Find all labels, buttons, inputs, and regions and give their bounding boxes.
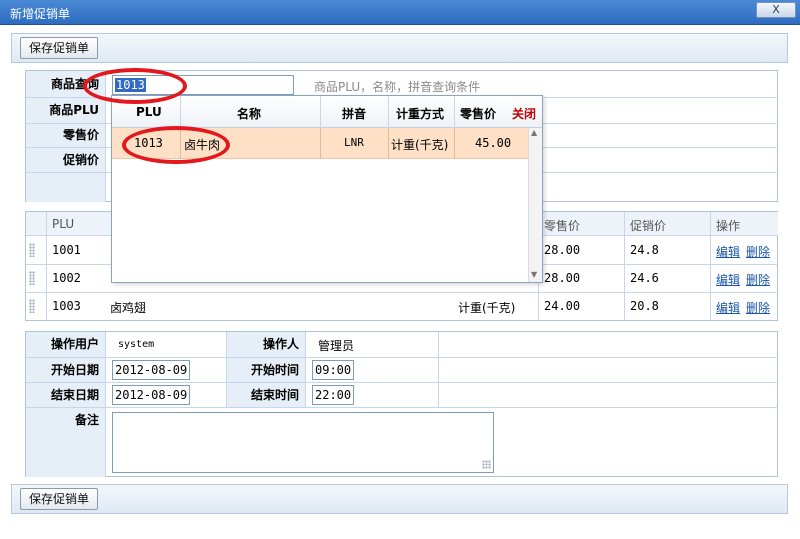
grid-header-action: 操作 [716,219,741,233]
drag-handle-icon[interactable] [29,271,35,285]
divider [106,382,226,383]
divider [306,382,778,383]
start-date-input[interactable]: 2012-08-09 [112,360,190,380]
divider [438,332,439,407]
start-time-input[interactable]: 09:00 [312,360,354,380]
delete-link[interactable]: 删除 [746,271,770,288]
divider [320,96,321,128]
operator-label: 操作人 [226,332,306,358]
end-time-label: 结束时间 [226,383,306,408]
edit-link[interactable]: 编辑 [716,243,740,260]
delete-link[interactable]: 删除 [746,243,770,260]
divider [106,407,778,408]
scroll-up-icon[interactable]: ▲ [531,128,537,137]
close-icon: X [772,3,780,16]
start-date-label: 开始日期 [26,358,106,383]
query-hint: 商品PLU，名称，拼音查询条件 [314,80,481,94]
divider [306,357,778,358]
annotation-circle-query [83,68,187,104]
grid-header-retail: 零售价 [544,219,581,233]
grid-header-promo: 促销价 [630,219,667,233]
end-date-input[interactable]: 2012-08-09 [112,385,190,405]
annotation-circle-result [122,126,230,164]
retail-price-label: 零售价 [26,124,106,148]
end-time-input[interactable]: 22:00 [312,385,354,405]
dropdown-header: PLU 名称 拼音 计重方式 零售价 关闭 [112,96,542,128]
window-title: 新增促销单 [10,7,71,21]
start-time-label: 开始时间 [226,358,306,383]
drag-handle-icon[interactable] [29,243,35,257]
grid-header-plu: PLU [52,217,75,231]
divider [180,96,181,128]
divider [388,96,389,128]
promo-price-label: 促销价 [26,148,106,173]
divider [388,128,389,159]
close-window-button[interactable]: X [756,2,796,18]
plu-label: 商品PLU [26,98,106,124]
scroll-down-icon[interactable]: ▼ [531,270,537,279]
edit-link[interactable]: 编辑 [716,299,740,316]
divider [106,357,226,358]
bottom-toolbar: 保存促销单 [11,484,788,514]
divider [320,128,321,159]
resize-grip-icon[interactable] [482,460,491,469]
user-value: system [118,339,155,350]
edit-link[interactable]: 编辑 [716,271,740,288]
empty-label-cell [26,173,106,202]
remark-textarea[interactable] [112,412,494,473]
save-promotion-button-bottom[interactable]: 保存促销单 [20,488,99,510]
drag-handle-icon[interactable] [29,299,35,313]
delete-link[interactable]: 删除 [746,299,770,316]
save-promotion-button-top[interactable]: 保存促销单 [20,37,99,59]
divider [454,96,455,128]
dropdown-close-link[interactable]: 关闭 [512,105,536,122]
product-search-dropdown: PLU 名称 拼音 计重方式 零售价 关闭 1013 卤牛肉 LNR 计重(千克… [111,95,543,283]
operation-info-form: 操作用户 开始日期 结束日期 备注 操作人 开始时间 结束时间 system 管… [25,331,778,477]
operator-value: 管理员 [318,339,355,353]
window-title-bar: 新增促销单 X [0,0,800,25]
top-toolbar: 保存促销单 [11,33,788,63]
dropdown-scrollbar[interactable]: ▲ ▼ [528,128,542,282]
table-row[interactable]: 1003 卤鸡翅 计重(千克) 24.00 20.8 编辑 删除 [26,293,778,320]
end-date-label: 结束日期 [26,383,106,408]
user-label: 操作用户 [26,332,106,358]
remark-label: 备注 [26,408,106,477]
divider [454,128,455,159]
